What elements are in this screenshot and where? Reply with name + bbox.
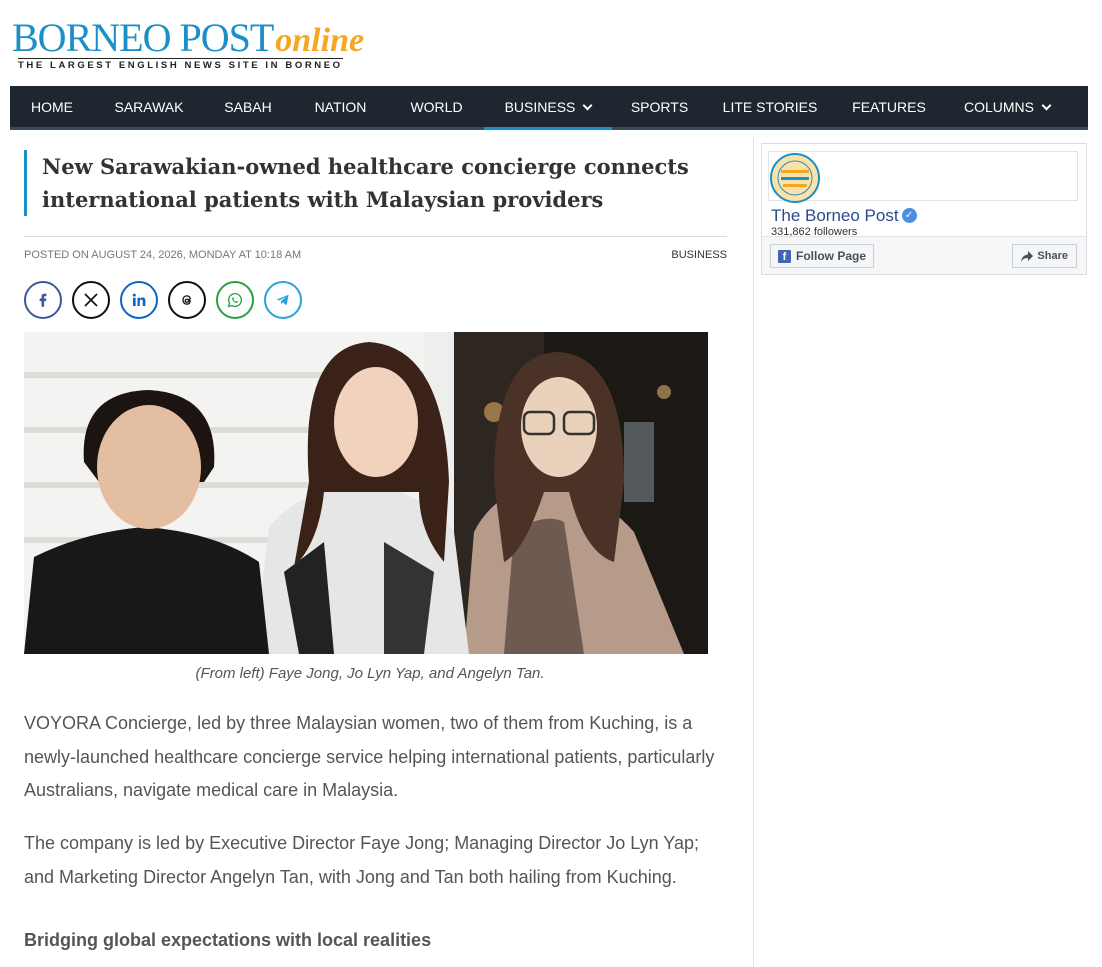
follow-page-label: Follow Page [796, 249, 867, 263]
share-whatsapp-button[interactable] [216, 281, 254, 319]
photo-caption: (From left) Faye Jong, Jo Lyn Yap, and A… [195, 665, 545, 682]
nav-item-world[interactable]: WORLD [389, 86, 484, 127]
fb-follower-count: 331,862 followers [771, 226, 858, 236]
share-arrow-icon [1021, 250, 1034, 262]
fb-share-button[interactable]: Share [1012, 244, 1077, 268]
verified-badge-icon: ✓ [901, 208, 917, 224]
nav-item-features[interactable]: FEATURES [833, 86, 945, 127]
nav-item-business-label: BUSINESS [504, 99, 576, 115]
logo-tagline: THE LARGEST ENGLISH NEWS SITE IN BORNEO [18, 58, 343, 71]
whatsapp-icon [227, 292, 243, 308]
fb-page-name[interactable]: The Borneo Post ✓ [771, 206, 917, 226]
site-logo[interactable]: BORNEO POSTonline THE LARGEST ENGLISH NE… [12, 15, 364, 74]
facebook-page-widget: The Borneo Post ✓ 331,862 followers f Fol… [761, 143, 1087, 275]
chevron-down-icon [1041, 100, 1052, 111]
facebook-icon [39, 293, 47, 307]
category-link[interactable]: BUSINESS [671, 249, 727, 261]
fb-action-bar: f Follow Page Share [762, 236, 1086, 274]
article-photo [24, 332, 708, 654]
share-facebook-button[interactable] [24, 281, 62, 319]
nav-item-lite-stories[interactable]: LITE STORIES [707, 86, 833, 127]
nav-item-nation[interactable]: NATION [292, 86, 389, 127]
nav-item-columns-label: COLUMNS [963, 99, 1034, 115]
fb-share-label: Share [1037, 250, 1068, 262]
nav-item-business[interactable]: BUSINESS [484, 86, 612, 130]
photo-illustration [24, 332, 708, 654]
borneo-post-avatar[interactable] [770, 153, 820, 203]
logo-wordmark: BORNEO POSTonline [12, 15, 364, 61]
body-paragraph: The company is led by Executive Director… [24, 833, 699, 887]
chevron-down-icon [582, 100, 593, 111]
share-threads-button[interactable] [168, 281, 206, 319]
nav-item-sabah[interactable]: SABAH [204, 86, 292, 127]
nav-item-sarawak[interactable]: SARAWAK [94, 86, 204, 127]
facebook-icon: f [778, 249, 791, 263]
logo-main-text: BORNEO POST [12, 15, 274, 60]
follow-page-button[interactable]: f Follow Page [770, 244, 875, 268]
column-divider [753, 138, 754, 967]
header-divider [24, 236, 727, 237]
section-subheading: Bridging global expectations with local … [24, 930, 432, 950]
share-buttons [24, 281, 302, 319]
nav-item-home[interactable]: HOME [10, 86, 94, 127]
threads-icon [182, 295, 192, 305]
logo-online-text: online [275, 22, 365, 59]
avatar-logo-icon [774, 157, 816, 199]
fb-page-name-text: The Borneo Post [771, 206, 899, 225]
body-paragraph: VOYORA Concierge, led by three Malaysian… [24, 713, 715, 800]
share-x-button[interactable] [72, 281, 110, 319]
article-headline: New Sarawakian-owned healthcare concierg… [24, 150, 724, 216]
telegram-icon [276, 294, 289, 306]
linkedin-icon [132, 293, 146, 306]
main-nav: HOME SARAWAK SABAH NATION WORLD BUSINESS… [10, 86, 1088, 130]
x-icon [84, 293, 98, 307]
share-telegram-button[interactable] [264, 281, 302, 319]
nav-item-columns[interactable]: COLUMNS [945, 86, 1069, 127]
nav-item-sports[interactable]: SPORTS [612, 86, 707, 127]
post-date: POSTED ON AUGUST 24, 2026, MONDAY AT 10:… [24, 249, 302, 261]
share-linkedin-button[interactable] [120, 281, 158, 319]
